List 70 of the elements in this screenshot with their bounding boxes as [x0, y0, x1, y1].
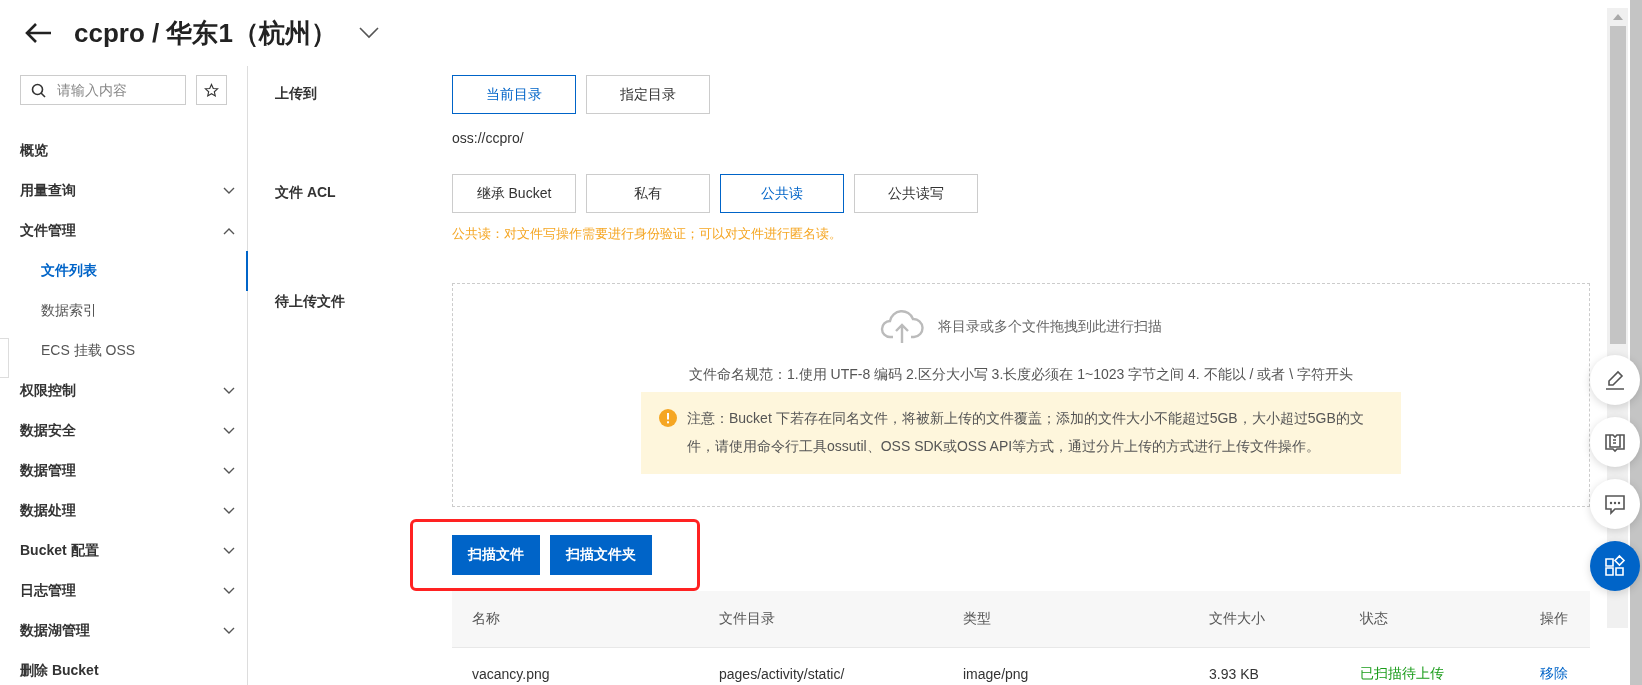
warning-icon: [659, 409, 677, 427]
field-label: 上传到: [275, 84, 318, 103]
status-text: 已扫描待上传: [1360, 664, 1445, 683]
option-button[interactable]: 公共读: [720, 174, 844, 213]
column-header: 操作: [1540, 610, 1569, 628]
sidebar-item[interactable]: 数据湖管理: [20, 611, 247, 651]
sidebar-item[interactable]: 文件管理: [20, 211, 247, 251]
sidebar-item[interactable]: 数据管理: [20, 451, 247, 491]
table-cell-text: image/png: [963, 665, 1030, 682]
chevron-down-icon: [223, 627, 235, 635]
field-label: 文件 ACL: [275, 183, 337, 202]
naming-rules-text: 文件命名规范：1.使用 UTF-8 编码 2.区分大小写 3.长度必须在 1~1023 字节之间 4. 不能以 / 或者 \ 字符开头: [689, 366, 1353, 384]
chat-icon: [1603, 492, 1627, 516]
chevron-down-icon: [223, 187, 235, 195]
option-button[interactable]: 公共读写: [854, 174, 978, 213]
pencil-icon: [1603, 368, 1627, 392]
column-header: 状态: [1360, 610, 1389, 628]
sidebar-subitem[interactable]: 数据索引: [20, 291, 248, 331]
back-arrow-icon[interactable]: [24, 22, 52, 44]
search-icon: [31, 83, 46, 98]
collapse-handle[interactable]: [0, 338, 9, 378]
sidebar-item[interactable]: 概览: [20, 131, 247, 171]
option-button[interactable]: 继承 Bucket: [452, 174, 576, 213]
field-label: 待上传文件: [275, 292, 346, 311]
column-header: 类型: [963, 610, 992, 628]
sidebar-item[interactable]: 数据处理: [20, 491, 247, 531]
favorite-button[interactable]: [196, 75, 227, 105]
chevron-down-icon: [223, 587, 235, 595]
remove-link[interactable]: 移除: [1540, 664, 1610, 683]
chevron-down-icon: [223, 507, 235, 515]
column-header: 名称: [472, 610, 501, 628]
scan-button[interactable]: 扫描文件: [452, 535, 540, 575]
chevron-down-icon: [223, 427, 235, 435]
column-header: 文件大小: [1209, 610, 1266, 628]
drop-zone[interactable]: 将目录或多个文件拖拽到此进行扫描 文件命名规范：1.使用 UTF-8 编码 2.区分大小写 3.长度必须在 1~1023 字节之间 4. 不能以 / 或者 \ 字符开头 注意：Bucket 下若存在同名文件，将被新上传的文件覆盖；添加的文件大小不能超过5GB，大小超过5GB的文件，请使用命令行工具ossutil、OSS SDK或OSS API等方式，通过分片上传的方式进行上传文件操作。: [452, 283, 1590, 507]
sidebar-subitem[interactable]: 文件列表: [20, 251, 248, 291]
sidebar-item[interactable]: Bucket 配置: [20, 531, 247, 571]
chevron-down-icon: [223, 467, 235, 475]
option-button[interactable]: 当前目录: [452, 75, 576, 114]
apps-button[interactable]: [1590, 541, 1640, 591]
option-button[interactable]: 指定目录: [586, 75, 710, 114]
apps-icon: [1603, 554, 1627, 578]
cloud-upload-icon: [880, 310, 924, 344]
chevron-down-icon: [223, 387, 235, 395]
search-field[interactable]: 请输入内容: [20, 75, 186, 105]
chevron-up-icon: [223, 227, 235, 235]
table-cell-text: vacancy.png: [472, 665, 551, 682]
notice-text: 注意：Bucket 下若存在同名文件，将被新上传的文件覆盖；添加的文件大小不能超过5GB，大小超过5GB的文件，请使用命令行工具ossutil、OSS SDK或OSS API等方式，通过分片上传的方式进行上传文件操作。: [687, 409, 1365, 456]
sidebar-item[interactable]: 删除 Bucket: [20, 651, 247, 685]
sidebar-item[interactable]: 数据安全: [20, 411, 247, 451]
sidebar-item[interactable]: 日志管理: [20, 571, 247, 611]
docs-button[interactable]: [1590, 417, 1640, 467]
table-cell-text: 3.93 KB: [1209, 665, 1260, 682]
acl-hint: 公共读：对文件写操作需要进行身份验证；可以对文件进行匿名读。: [452, 225, 843, 243]
sidebar-item[interactable]: 用量查询: [20, 171, 247, 211]
star-icon: [204, 82, 219, 98]
sidebar-subitem[interactable]: ECS 挂载 OSS: [20, 331, 248, 371]
option-button[interactable]: 私有: [586, 174, 710, 213]
chevron-down-icon[interactable]: [358, 27, 379, 39]
sidebar-item[interactable]: 权限控制: [20, 371, 247, 411]
path-text: oss://ccpro/: [452, 130, 525, 146]
chat-button[interactable]: [1590, 479, 1640, 529]
table-cell-text: pages/activity/static/: [719, 665, 846, 682]
scan-button[interactable]: 扫描文件夹: [550, 535, 652, 575]
column-header: 文件目录: [719, 610, 776, 628]
chevron-down-icon: [223, 547, 235, 555]
page-title: ccpro / 华东1（杭州）: [74, 16, 337, 50]
drop-hint: 将目录或多个文件拖拽到此进行扫描: [938, 318, 1162, 336]
scrollbar-thumb[interactable]: [1609, 26, 1626, 344]
edit-button[interactable]: [1590, 355, 1640, 405]
